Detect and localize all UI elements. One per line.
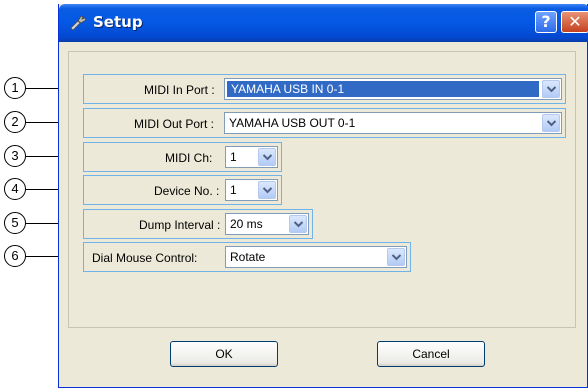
midi-in-port-value: YAMAHA USB IN 0-1 <box>227 81 539 97</box>
midi-out-port-dropdown-button[interactable] <box>542 114 560 132</box>
midi-in-port-select[interactable]: YAMAHA USB IN 0-1 <box>224 78 562 100</box>
device-no-label: Device No. : <box>154 184 220 198</box>
dump-interval-dropdown-button[interactable] <box>289 215 307 233</box>
callout-4: 4 <box>4 178 26 200</box>
dump-interval-value: 20 ms <box>230 217 263 231</box>
midi-out-port-row: MIDI Out Port : YAMAHA USB OUT 0-1 <box>83 108 566 138</box>
callout-1: 1 <box>4 77 26 99</box>
dial-mouse-control-select[interactable]: Rotate <box>225 246 407 268</box>
midi-in-port-dropdown-button[interactable] <box>542 80 560 98</box>
device-no-select[interactable]: 1 <box>225 179 278 201</box>
chevron-down-icon <box>547 86 556 93</box>
cancel-button[interactable]: Cancel <box>377 341 485 367</box>
chevron-down-icon <box>392 254 401 261</box>
device-no-value: 1 <box>230 183 237 197</box>
callout-2: 2 <box>4 111 26 133</box>
midi-out-port-label: MIDI Out Port : <box>134 117 215 131</box>
ok-button[interactable]: OK <box>170 341 278 367</box>
midi-ch-label: MIDI Ch: <box>165 151 213 165</box>
dump-interval-label: Dump Interval : <box>139 218 221 232</box>
dial-mouse-control-dropdown-button[interactable] <box>387 248 405 266</box>
chevron-down-icon <box>263 154 272 161</box>
midi-out-port-select[interactable]: YAMAHA USB OUT 0-1 <box>224 112 562 134</box>
callout-3: 3 <box>4 145 26 167</box>
dial-mouse-control-value: Rotate <box>230 250 266 264</box>
midi-ch-select[interactable]: 1 <box>225 146 278 168</box>
title-bar[interactable]: Setup ? ✕ <box>59 4 588 42</box>
dump-interval-row: Dump Interval : 20 ms <box>83 209 313 239</box>
dump-interval-select[interactable]: 20 ms <box>225 213 309 235</box>
chevron-down-icon <box>263 187 272 194</box>
close-button[interactable]: ✕ <box>561 11 588 33</box>
window-title: Setup <box>93 13 143 31</box>
callout-6: 6 <box>4 245 26 267</box>
midi-out-port-value: YAMAHA USB OUT 0-1 <box>229 116 356 130</box>
help-button[interactable]: ? <box>535 11 557 33</box>
midi-ch-row: MIDI Ch: 1 <box>83 142 282 172</box>
midi-in-port-label: MIDI In Port : <box>144 83 215 97</box>
device-no-dropdown-button[interactable] <box>258 181 276 199</box>
chevron-down-icon <box>547 120 556 127</box>
device-no-row: Device No. : 1 <box>83 175 282 205</box>
callout-5: 5 <box>4 212 26 234</box>
midi-in-port-row: MIDI In Port : YAMAHA USB IN 0-1 <box>83 74 566 104</box>
midi-ch-dropdown-button[interactable] <box>258 148 276 166</box>
dial-mouse-control-label: Dial Mouse Control: <box>92 251 198 265</box>
setup-icon <box>69 14 89 32</box>
midi-ch-value: 1 <box>230 150 237 164</box>
chevron-down-icon <box>294 221 303 228</box>
dial-mouse-control-row: Dial Mouse Control: Rotate <box>83 242 411 272</box>
setup-dialog: Setup ? ✕ MIDI In Port : YAMAHA USB IN 0… <box>58 4 588 388</box>
